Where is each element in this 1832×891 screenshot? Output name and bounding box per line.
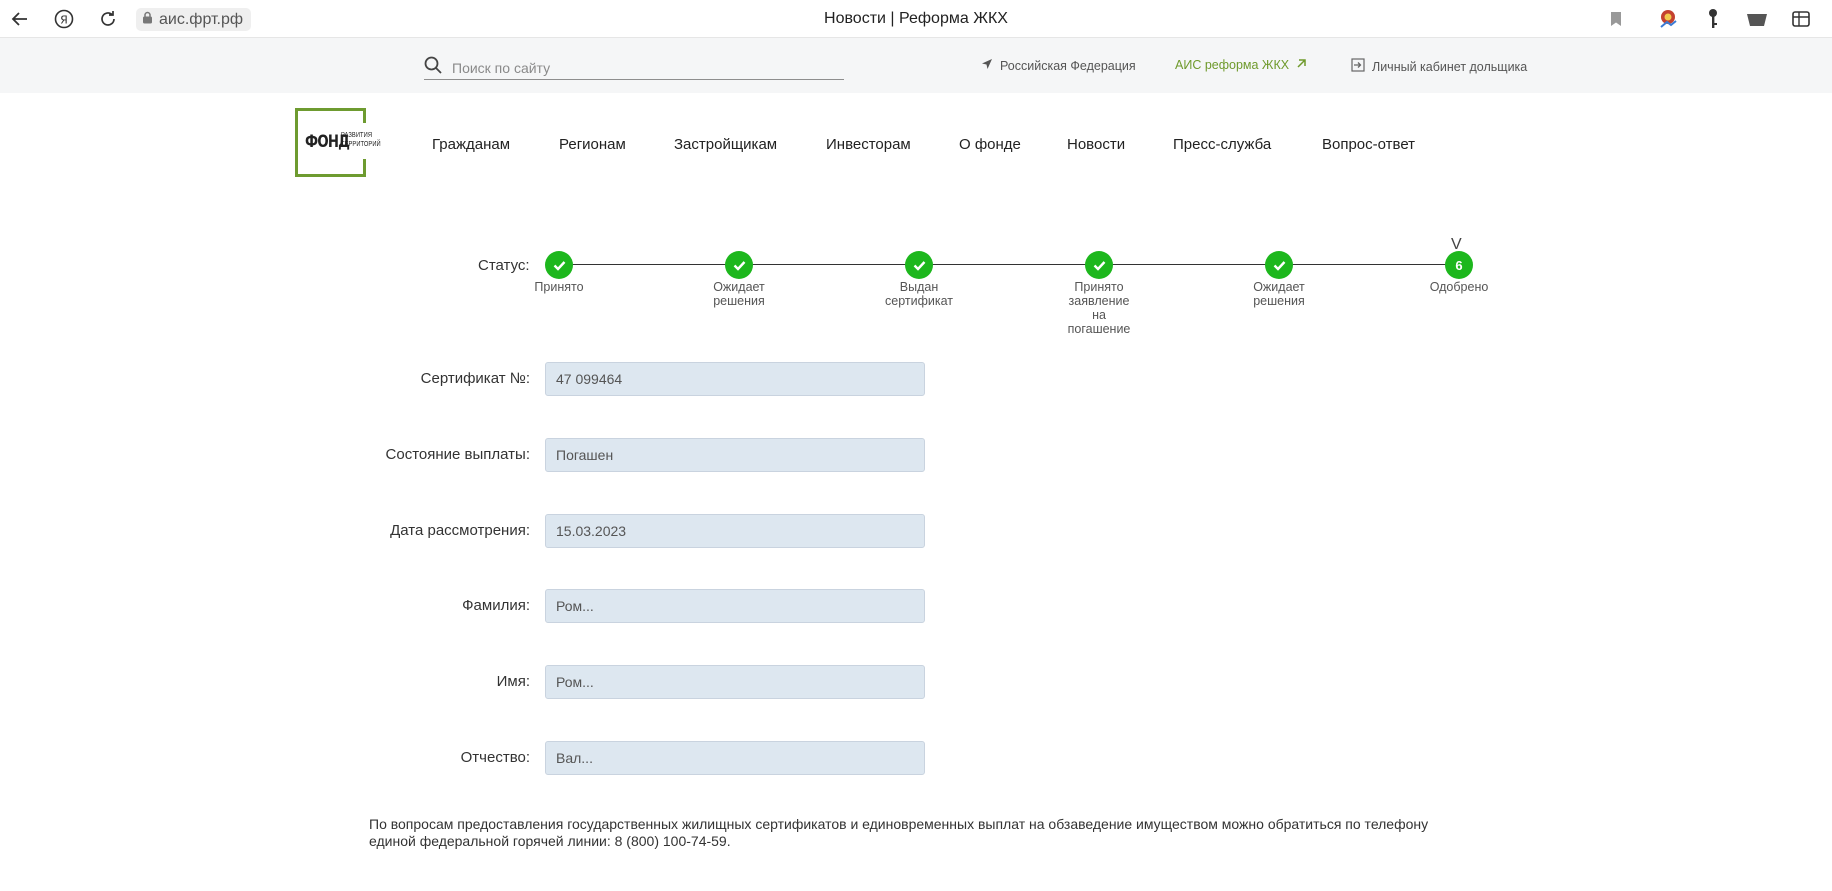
patronymic-label: Отчество: [460, 749, 530, 766]
utility-bar: Российская Федерация АИС реформа ЖКХ Лич… [0, 38, 1832, 93]
region-selector[interactable]: Российская Федерация [981, 58, 1136, 73]
external-arrow-icon [1296, 58, 1307, 72]
surname-field[interactable] [545, 589, 925, 623]
name-label: Имя: [496, 673, 530, 690]
status-step-label: Одобрено [1429, 280, 1489, 294]
url-text: аис.фрт.рф [159, 10, 244, 28]
form-row-review-date: Дата рассмотрения: [300, 514, 1000, 548]
bookmark-icon[interactable] [1603, 7, 1629, 31]
svg-text:Я: Я [60, 14, 68, 27]
certificate-field[interactable] [545, 362, 925, 396]
extension-icon[interactable] [1655, 7, 1681, 31]
ais-link[interactable]: АИС реформа ЖКХ [1175, 58, 1307, 72]
review-date-label: Дата рассмотрения: [390, 522, 530, 539]
login-icon [1351, 58, 1365, 75]
status-step-1: Принято [499, 251, 619, 294]
payment-state-field[interactable] [545, 438, 925, 472]
payment-state-label: Состояние выплаты: [385, 446, 530, 463]
name-field[interactable] [545, 665, 925, 699]
nav-item-developers[interactable]: Застройщикам [674, 136, 777, 153]
nav-item-citizens[interactable]: Гражданам [432, 136, 510, 153]
form-row-certificate: Сертификат №: [300, 362, 1000, 396]
nav-item-investors[interactable]: Инвесторам [826, 136, 911, 153]
check-icon [725, 251, 753, 279]
status-step-label: Ожидает решения [1253, 280, 1305, 308]
status-step-3: Выдан сертификат [859, 251, 979, 308]
tab-title: Новости | Реформа ЖКХ [824, 10, 1008, 27]
check-icon [1265, 251, 1293, 279]
browser-toolbar: Я аис.фрт.рф Новости | Реформа ЖКХ [0, 0, 1832, 38]
yandex-icon[interactable]: Я [52, 7, 76, 31]
location-arrow-icon [981, 58, 993, 73]
status-step-5: Ожидает решения [1219, 251, 1339, 308]
status-step-label: Принято заявление на погашение [1067, 280, 1131, 336]
fund-logo[interactable]: ФОНД РАЗВИТИЯ ТЕРРИТОРИЙ [295, 108, 381, 177]
logo-sub-line-1: РАЗВИТИЯ [341, 132, 373, 139]
key-icon[interactable] [1700, 7, 1726, 31]
reload-icon[interactable] [96, 7, 120, 31]
surname-label: Фамилия: [462, 597, 530, 614]
nav-item-news[interactable]: Новости [1067, 136, 1125, 153]
site-search [424, 56, 844, 80]
search-icon[interactable] [424, 56, 442, 79]
status-step-6: 6 Одобрено [1399, 251, 1519, 294]
review-date-field[interactable] [545, 514, 925, 548]
cabinet-link[interactable]: Личный кабинет дольщика [1351, 58, 1527, 75]
form-row-payment-state: Состояние выплаты: [300, 438, 1000, 472]
ais-link-label: АИС реформа ЖКХ [1175, 58, 1290, 72]
nav-item-press[interactable]: Пресс-служба [1173, 136, 1271, 153]
form-row-surname: Фамилия: [300, 589, 1000, 623]
status-step-4: Принято заявление на погашение [1039, 251, 1159, 336]
status-step-2: Ожидает решения [679, 251, 799, 308]
hotline-note: По вопросам предоставления государственн… [369, 816, 1429, 849]
status-step-label: Ожидает решения [713, 280, 765, 308]
certificate-label: Сертификат №: [420, 370, 530, 387]
nav-item-faq[interactable]: Вопрос-ответ [1322, 136, 1415, 153]
search-input[interactable] [452, 59, 832, 76]
check-icon [1085, 251, 1113, 279]
form-row-patronymic: Отчество: [300, 741, 1000, 775]
address-bar[interactable]: аис.фрт.рф [136, 8, 252, 31]
step-number: 6 [1445, 251, 1473, 279]
status-step-label: Выдан сертификат [885, 280, 953, 308]
menu-icon[interactable] [1788, 7, 1814, 31]
back-arrow-icon[interactable] [8, 7, 32, 31]
lock-icon [142, 11, 153, 29]
logo-frame-segment [363, 159, 366, 177]
cabinet-link-label: Личный кабинет дольщика [1372, 59, 1528, 74]
logo-subtitle: РАЗВИТИЯ ТЕРРИТОРИЙ [341, 131, 381, 149]
downloads-icon[interactable] [1744, 7, 1770, 31]
check-icon [905, 251, 933, 279]
nav-item-regions[interactable]: Регионам [559, 136, 626, 153]
patronymic-field[interactable] [545, 741, 925, 775]
region-label: Российская Федерация [1000, 58, 1136, 73]
nav-item-about[interactable]: О фонде [959, 136, 1021, 153]
logo-sub-line-2: ТЕРРИТОРИЙ [341, 141, 381, 148]
check-icon [545, 251, 573, 279]
form-row-name: Имя: [300, 665, 1000, 699]
status-step-label: Принято [534, 280, 584, 294]
